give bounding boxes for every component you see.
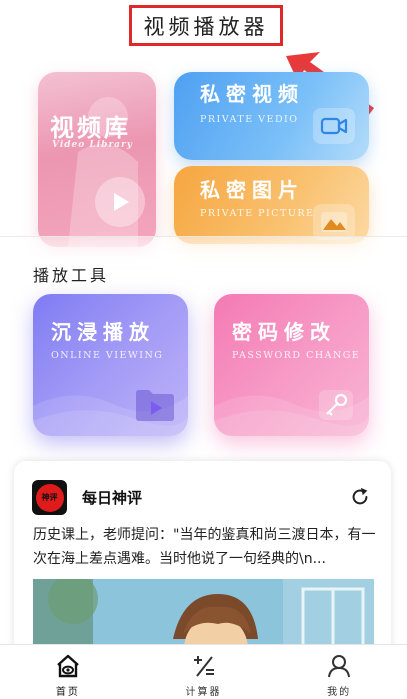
immersive-play-subtitle: ONLINE VIEWING bbox=[51, 350, 164, 361]
private-video-title: 私密视频 bbox=[200, 82, 304, 106]
nav-item-home[interactable]: 首页 bbox=[0, 645, 136, 699]
key-icon bbox=[315, 386, 357, 424]
profile-icon bbox=[328, 655, 351, 678]
bottom-navigation: 首页 计算器 我的 bbox=[0, 644, 407, 699]
nav-item-profile[interactable]: 我的 bbox=[271, 645, 407, 699]
logo-text: 神评 bbox=[35, 483, 64, 512]
section-title-tools: 播放工具 bbox=[33, 266, 110, 285]
page-title: 视频播放器 bbox=[129, 5, 283, 46]
home-icon bbox=[57, 654, 79, 678]
video-camera-icon bbox=[313, 108, 355, 144]
library-background-art bbox=[68, 97, 138, 247]
video-library-card[interactable]: 视频库 Video Library bbox=[38, 72, 156, 247]
daily-comment-text: 历史课上，老师提问："当年的鉴真和尚三渡日本，有一次在海上差点遇难。当时他说了一… bbox=[33, 527, 376, 567]
nav-label-home: 首页 bbox=[55, 687, 80, 698]
video-library-title: 视频库 bbox=[50, 113, 131, 142]
immersive-play-title: 沉浸播放 bbox=[51, 320, 155, 344]
nav-label-calculator: 计算器 bbox=[185, 687, 222, 698]
daily-comment-logo: 神评 bbox=[32, 480, 67, 515]
password-change-subtitle: PASSWORD CHANGE bbox=[232, 350, 361, 361]
video-library-subtitle: Video Library bbox=[52, 140, 133, 150]
refresh-icon[interactable] bbox=[349, 486, 371, 508]
folder-play-icon bbox=[134, 386, 176, 424]
password-change-title: 密码修改 bbox=[232, 320, 336, 344]
immersive-play-card[interactable]: 沉浸播放 ONLINE VIEWING bbox=[33, 294, 188, 436]
picture-icon bbox=[313, 204, 355, 240]
private-video-card[interactable]: 私密视频 PRIVATE VEDIO bbox=[174, 72, 369, 160]
nav-label-profile: 我的 bbox=[327, 687, 352, 698]
password-change-card[interactable]: 密码修改 PASSWORD CHANGE bbox=[214, 294, 369, 436]
private-picture-card[interactable]: 私密图片 PRIVATE PICTURE bbox=[174, 166, 369, 244]
private-video-subtitle: PRIVATE VEDIO bbox=[200, 114, 299, 125]
nav-item-calculator[interactable]: 计算器 bbox=[136, 645, 272, 699]
private-picture-subtitle: PRIVATE PICTURE bbox=[200, 208, 315, 219]
private-picture-title: 私密图片 bbox=[200, 178, 304, 202]
calculator-icon bbox=[193, 656, 214, 677]
daily-comment-name: 每日神评 bbox=[82, 489, 143, 507]
play-icon[interactable] bbox=[95, 177, 145, 227]
